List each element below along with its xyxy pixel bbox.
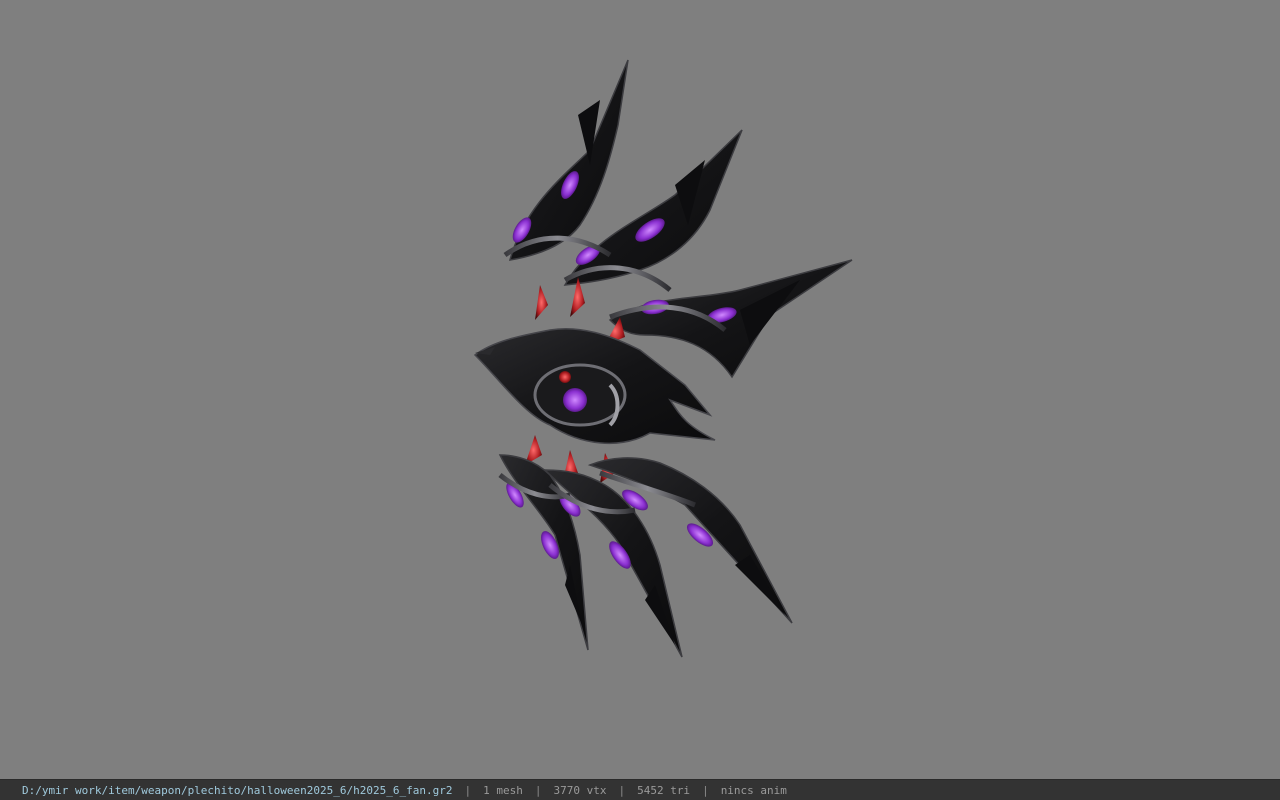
mesh-count: 1 mesh [483,783,523,797]
triangle-count: 5452 tri [637,783,691,797]
separator: | [464,783,472,797]
file-path: D:/ymir work/item/weapon/plechito/hallow… [22,783,453,797]
model-viewport[interactable] [0,0,1280,779]
separator: | [618,783,626,797]
vertex-count: 3770 vtx [553,783,607,797]
fan-weapon-model[interactable] [470,55,860,665]
status-bar: D:/ymir work/item/weapon/plechito/hallow… [0,779,1280,800]
upper-blade-1 [508,59,629,261]
separator: | [534,783,542,797]
separator: | [702,783,709,797]
center-hub [473,327,716,444]
animation-status: nincs anim [720,783,787,797]
